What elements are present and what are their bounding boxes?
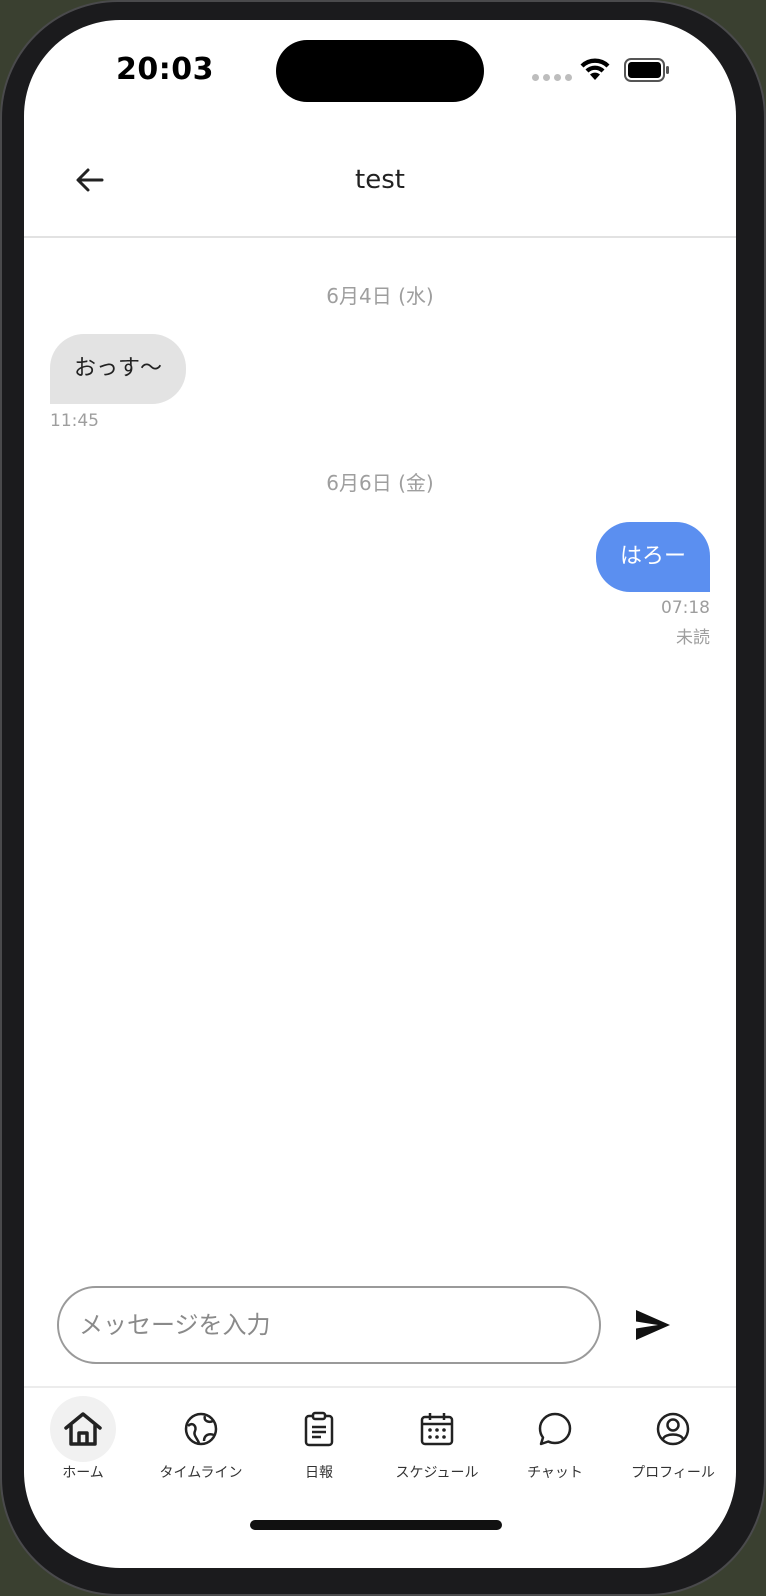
home-icon	[50, 1396, 116, 1462]
battery-icon	[624, 58, 669, 82]
calendar-icon	[404, 1396, 470, 1462]
app-screen: 20:03 test 6月4日 (水) おっす〜 11:45 6月6日 (金) …	[24, 20, 736, 1568]
nav-item-timeline[interactable]: タイムライン	[142, 1388, 260, 1484]
nav-item-schedule[interactable]: スケジュール	[378, 1388, 496, 1484]
message-timestamp: 11:45	[50, 411, 99, 431]
status-time: 20:03	[116, 52, 214, 87]
nav-label: プロフィール	[631, 1465, 715, 1481]
nav-item-daily-report[interactable]: 日報	[260, 1388, 378, 1484]
clipboard-icon	[286, 1396, 352, 1462]
dynamic-island	[276, 40, 484, 102]
read-status: 未読	[676, 628, 710, 648]
profile-icon	[640, 1396, 706, 1462]
date-separator: 6月4日 (水)	[326, 284, 434, 308]
message-timestamp: 07:18	[661, 598, 710, 618]
chat-title: test	[355, 165, 405, 195]
date-separator: 6月6日 (金)	[326, 471, 434, 495]
nav-item-profile[interactable]: プロフィール	[614, 1388, 732, 1484]
nav-item-chat[interactable]: チャット	[496, 1388, 614, 1484]
globe-icon	[168, 1396, 234, 1462]
home-indicator[interactable]	[250, 1520, 502, 1530]
bottom-navigation: ホーム タイムライン 日報 スケジュール チャット プロフィール	[24, 1386, 736, 1568]
cellular-signal-icon	[532, 74, 572, 81]
outgoing-message-bubble[interactable]: はろー	[595, 522, 710, 592]
send-icon[interactable]	[632, 1304, 674, 1346]
chat-bubble-icon	[522, 1396, 588, 1462]
chat-header: test	[24, 120, 736, 238]
incoming-message-bubble[interactable]: おっす〜	[50, 334, 187, 404]
nav-item-home[interactable]: ホーム	[24, 1388, 142, 1484]
message-input[interactable]	[57, 1286, 601, 1364]
wifi-icon	[580, 58, 610, 80]
